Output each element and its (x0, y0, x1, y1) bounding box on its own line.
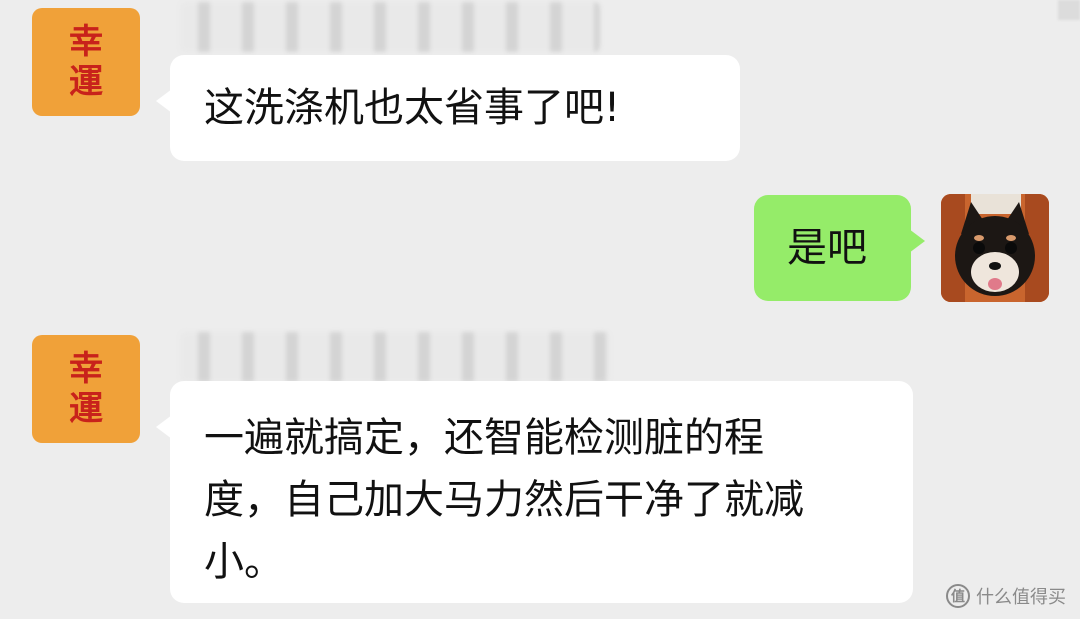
message-text: 这洗涤机也太省事了吧! (204, 85, 621, 131)
contact-avatar[interactable]: 幸 運 (32, 8, 140, 116)
watermark-text: 什么值得买 (976, 587, 1066, 608)
watermark: 值 什么值得买 (946, 583, 1066, 609)
smzdm-logo-icon: 值 (946, 584, 970, 608)
message-text-line: 度，自己加大马力然后干净了就减 (204, 477, 804, 523)
top-right-fragment (1058, 0, 1080, 20)
contact-avatar[interactable]: 幸 運 (32, 335, 140, 443)
sender-name-blurred (180, 332, 610, 382)
sender-name-blurred (180, 2, 600, 52)
avatar-char: 運 (69, 389, 103, 429)
avatar-char: 幸 (69, 349, 103, 389)
message-bubble-incoming[interactable]: 这洗涤机也太省事了吧! (156, 55, 740, 161)
message-bubble-outgoing[interactable]: 是吧 (754, 195, 925, 301)
my-avatar[interactable] (941, 194, 1049, 302)
shiba-dog-icon (941, 194, 1049, 302)
avatar-char: 運 (69, 62, 103, 102)
message-text: 是吧 (787, 225, 867, 271)
message-text-line: 小。 (204, 539, 284, 585)
message-bubble-incoming[interactable]: 一遍就搞定，还智能检测脏的程 度，自己加大马力然后干净了就减 小。 (156, 381, 913, 603)
message-text-line: 一遍就搞定，还智能检测脏的程 (204, 415, 764, 461)
avatar-char: 幸 (69, 22, 103, 62)
